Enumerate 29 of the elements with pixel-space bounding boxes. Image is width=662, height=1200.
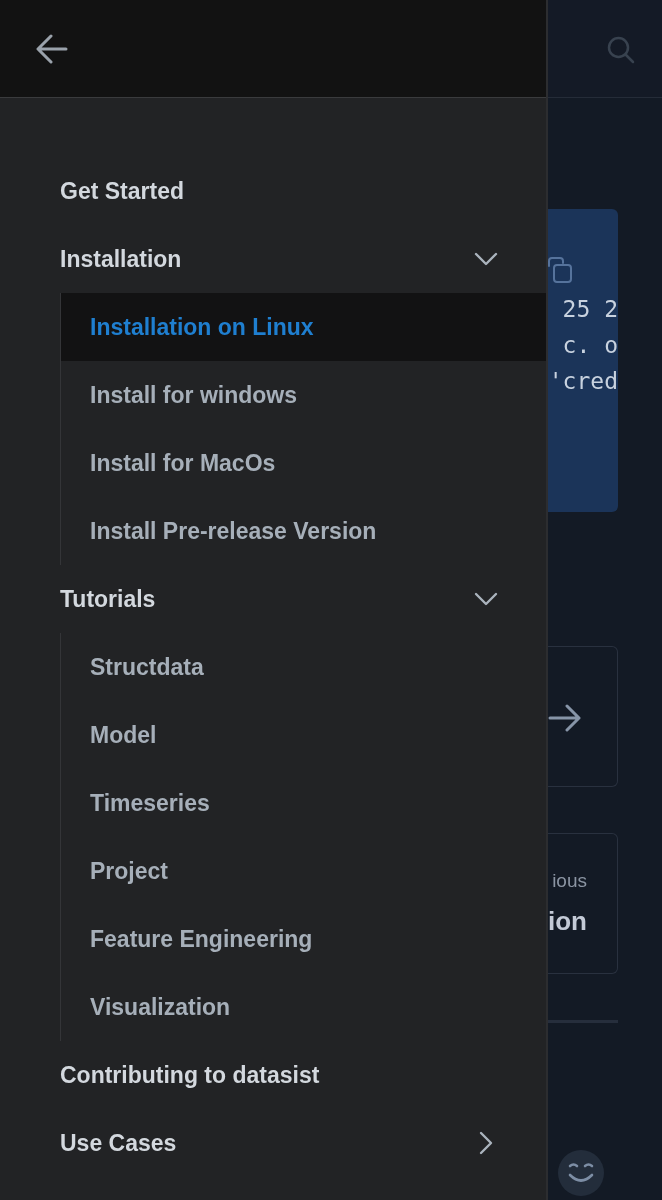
nav-subitem[interactable]: Installation on Linux: [61, 293, 546, 361]
nav-subitem[interactable]: Install for windows: [61, 361, 546, 429]
chevron-down-icon[interactable]: [474, 252, 498, 266]
chevron-down-icon[interactable]: [474, 592, 498, 606]
pager-card[interactable]: [548, 646, 618, 787]
chevron-right-icon[interactable]: [479, 1131, 493, 1155]
code-line: 'cred: [548, 367, 618, 396]
nav-item[interactable]: Tutorials: [60, 565, 546, 633]
nav-subitem[interactable]: Structdata: [61, 633, 546, 701]
pager-title: ion: [548, 905, 587, 937]
code-line: c. o: [562, 331, 618, 360]
nav-subitem[interactable]: Install for MacOs: [61, 429, 546, 497]
nav-subitem[interactable]: Timeseries: [61, 769, 546, 837]
copy-icon[interactable]: [548, 257, 572, 283]
nav-subitem[interactable]: Visualization: [61, 973, 546, 1041]
nav-item[interactable]: Get Started: [60, 157, 546, 225]
nav-subitem[interactable]: Model: [61, 701, 546, 769]
arrow-right-icon: [548, 703, 582, 732]
code-line: 25 2: [562, 295, 618, 324]
nav-item[interactable]: Use Cases: [60, 1109, 546, 1177]
nav-subitem[interactable]: Project: [61, 837, 546, 905]
nav-item[interactable]: Installation: [60, 225, 546, 293]
pager-label: ious: [552, 869, 587, 893]
arrow-left-icon: [36, 34, 68, 64]
nav-subitem[interactable]: Install Pre-release Version: [61, 497, 546, 565]
pager-card[interactable]: ious ion: [548, 833, 618, 974]
smiley-face-icon[interactable]: [558, 1150, 604, 1196]
nav-subitem[interactable]: Feature Engineering: [61, 905, 546, 973]
nav-item[interactable]: Contributing to datasist: [60, 1041, 546, 1109]
